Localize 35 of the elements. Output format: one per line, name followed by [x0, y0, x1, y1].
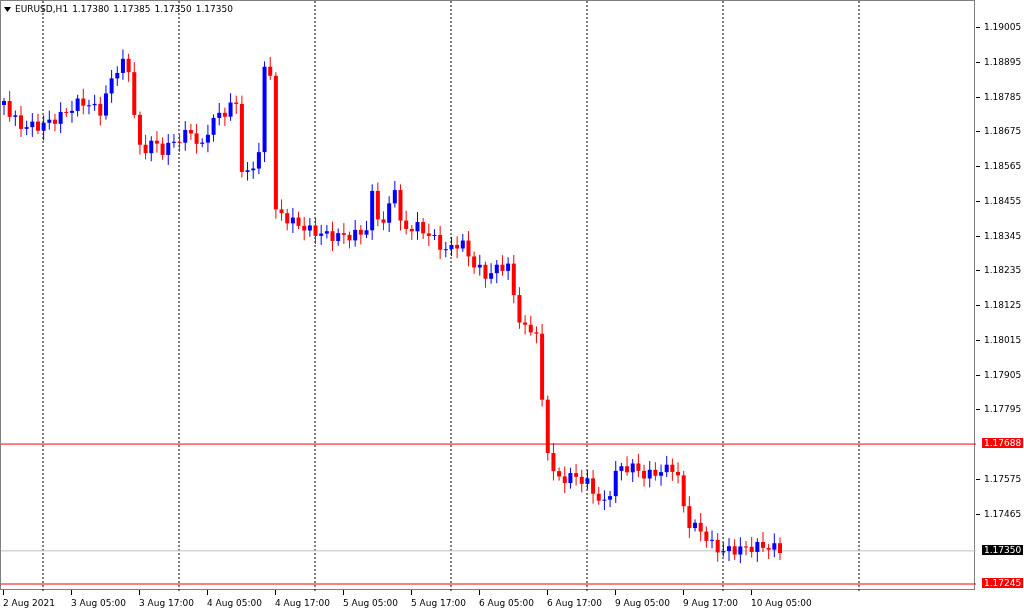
time-axis-label: 4 Aug 05:00: [207, 598, 262, 608]
price-axis-label: 1.18895: [983, 56, 1023, 67]
quote-value: 1.17350: [195, 4, 233, 14]
time-axis-label: 6 Aug 05:00: [479, 598, 534, 608]
time-axis-label: 9 Aug 05:00: [615, 598, 670, 608]
time-axis-label: 5 Aug 05:00: [343, 598, 398, 608]
symbol-label: EURUSD,H1: [15, 4, 69, 14]
price-axis-label: 1.18235: [983, 265, 1023, 276]
price-level-label: 1.17688: [982, 438, 1024, 449]
time-axis-label: 3 Aug 17:00: [139, 598, 194, 608]
price-axis-label: 1.19005: [983, 22, 1023, 32]
time-axis-label: 6 Aug 17:00: [547, 598, 602, 608]
time-axis-label: 5 Aug 17:00: [411, 598, 466, 608]
price-axis-label: 1.18345: [983, 230, 1023, 241]
price-level-label: 1.17350: [982, 544, 1024, 555]
price-axis-label: 1.17575: [983, 473, 1023, 484]
time-axis-label: 2 Aug 2021: [3, 598, 55, 608]
time-axis-label: 4 Aug 17:00: [275, 598, 330, 608]
price-axis-label: 1.17465: [983, 508, 1023, 519]
dropdown-icon[interactable]: [4, 6, 11, 12]
price-axis-label: 1.17905: [983, 369, 1023, 380]
price-axis-label: 1.18675: [983, 126, 1023, 137]
time-axis-label: 3 Aug 05:00: [71, 598, 126, 608]
time-axis-label: 9 Aug 17:00: [683, 598, 738, 608]
time-axis-label: 10 Aug 05:00: [751, 598, 812, 608]
price-level-label: 1.17245: [982, 578, 1024, 588]
price-axis-label: 1.18785: [983, 91, 1023, 102]
price-axis-label: 1.17795: [983, 404, 1023, 415]
quote-value: 1.17385: [113, 4, 151, 14]
price-axis-label: 1.18015: [983, 334, 1023, 345]
price-axis-label: 1.18565: [983, 161, 1023, 171]
quote-value: 1.17380: [72, 4, 110, 14]
price-axis-label: 1.18125: [983, 300, 1023, 310]
price-axis-label: 1.18455: [983, 195, 1023, 206]
quote-value: 1.17350: [154, 4, 192, 14]
